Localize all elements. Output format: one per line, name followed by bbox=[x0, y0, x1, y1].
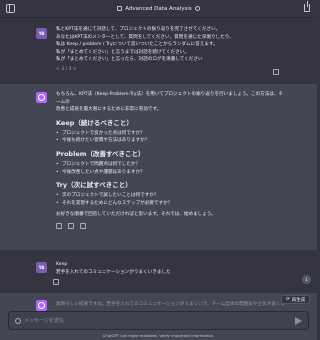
assistant-avatar bbox=[36, 92, 47, 103]
disclaimer: ChatGPT can make mistakes. Verify import… bbox=[102, 333, 215, 338]
message-input[interactable] bbox=[24, 315, 284, 327]
keep-list: プロジェクトで良かった点は何ですか？ 今後も続けたい習慣や方法はありますか？ bbox=[56, 130, 284, 145]
message-line: 若手を入れてのコミュニケーションがうまくいきました bbox=[56, 269, 171, 275]
arrow-down-icon: ↓ bbox=[304, 276, 309, 283]
message-pager[interactable]: < 3 / 3 > bbox=[56, 66, 284, 74]
top-bar: Advanced Data Analysis bbox=[0, 0, 317, 18]
user-message: 私とKPT法を通じて対話して、プロジェクトの振り返りを完了させてください。 あな… bbox=[56, 26, 284, 74]
copy-icon[interactable] bbox=[56, 222, 62, 229]
model-icon bbox=[117, 6, 123, 11]
edit-icon[interactable] bbox=[53, 279, 59, 285]
message-line: 私は Keep / problem / Tryについて思いついたことからランダム… bbox=[56, 42, 218, 48]
list-item: 今後改善したい点や課題はありますか？ bbox=[56, 169, 284, 177]
scroll-down-button[interactable]: ↓ bbox=[302, 275, 311, 284]
keep-heading: Keep（続けるべきこと） bbox=[56, 118, 133, 127]
sidebar-toggle-icon[interactable] bbox=[6, 4, 15, 13]
message-line: Keep bbox=[56, 262, 68, 267]
list-item: それを実現するためにどんなステップが必要ですか？ bbox=[56, 200, 284, 208]
regenerate-button[interactable]: ⟳ 再生成 bbox=[281, 295, 311, 304]
message-line: 私とKPT法を通じて対話して、プロジェクトの振り返りを完了させてください。 bbox=[56, 27, 221, 32]
message-line: もちろん、KPT法（Keep-Problem-Try法）を用いてプロジェクトの振… bbox=[56, 92, 284, 105]
assistant-message: もちろん、KPT法（Keep-Problem-Try法）を用いてプロジェクトの振… bbox=[56, 91, 284, 229]
list-item: 次のプロジェクトで試したいことは何ですか？ bbox=[56, 192, 284, 200]
message-line: 私が「まとめてください」と言ったら、対話のログを清書してください bbox=[56, 57, 203, 63]
try-list: 次のプロジェクトで試したいことは何ですか？ それを実現するためにどんなステップが… bbox=[56, 192, 284, 207]
refresh-icon: ⟳ bbox=[286, 297, 290, 302]
user-message: Keep 若手を入れてのコミュニケーションがうまくいきました bbox=[56, 261, 284, 276]
user-avatar: YA bbox=[36, 28, 47, 39]
assistant-message: 素晴らしい結果ですね。若手を入れてのコミュニケーションがうまくいき、チーム全体の… bbox=[56, 301, 284, 309]
message-line: 素晴らしい結果ですね。若手を入れてのコミュニケーションがうまくいき、チーム全体の… bbox=[56, 302, 284, 307]
send-icon[interactable] bbox=[295, 317, 302, 325]
message-line: 私が「まとめてください」と言うまでは対話を続けてください。 bbox=[56, 49, 189, 55]
problem-heading: Problem（改善すべきこと） bbox=[56, 149, 145, 158]
share-icon[interactable] bbox=[304, 1, 310, 12]
attach-icon[interactable] bbox=[15, 318, 21, 324]
problem-list: プロジェクトで問題点は何でしたか？ 今後改善したい点や課題はありますか？ bbox=[56, 161, 284, 176]
thumbs-down-icon[interactable] bbox=[80, 222, 86, 229]
try-heading: Try（次に試すべきこと） bbox=[56, 181, 132, 190]
edit-icon[interactable] bbox=[273, 69, 279, 75]
list-item: 今後も続けたい習慣や方法はありますか？ bbox=[56, 137, 284, 145]
message-line: あなたはKPT法のメンターとして、質問をしてください。質問を通じた深堀りしたり、 bbox=[56, 34, 234, 40]
message-actions bbox=[56, 222, 284, 229]
model-title[interactable]: Advanced Data Analysis bbox=[117, 5, 200, 12]
list-item: プロジェクトで良かった点は何ですか？ bbox=[56, 130, 284, 138]
message-line: お好きな順番で回答していただければと思います。それでは、始めましょう。 bbox=[56, 212, 216, 218]
assistant-message-row: もちろん、KPT法（Keep-Problem-Try法）を用いてプロジェクトの振… bbox=[0, 84, 317, 250]
user-avatar: YA bbox=[36, 262, 47, 273]
list-item: プロジェクトで問題点は何でしたか？ bbox=[56, 161, 284, 169]
message-composer bbox=[8, 311, 309, 330]
user-message-row: YA Keep 若手を入れてのコミュニケーションがうまくいきました bbox=[0, 254, 317, 290]
message-line: 改善と成長を最大限にするために非常に有効です。 bbox=[56, 107, 162, 113]
info-icon[interactable] bbox=[194, 6, 200, 11]
assistant-avatar bbox=[36, 300, 47, 311]
thumbs-up-icon[interactable] bbox=[68, 222, 74, 229]
user-message-row: YA 私とKPT法を通じて対話して、プロジェクトの振り返りを完了させてください。… bbox=[0, 18, 317, 78]
model-title-text: Advanced Data Analysis bbox=[125, 5, 192, 12]
regenerate-label: 再生成 bbox=[291, 297, 306, 303]
